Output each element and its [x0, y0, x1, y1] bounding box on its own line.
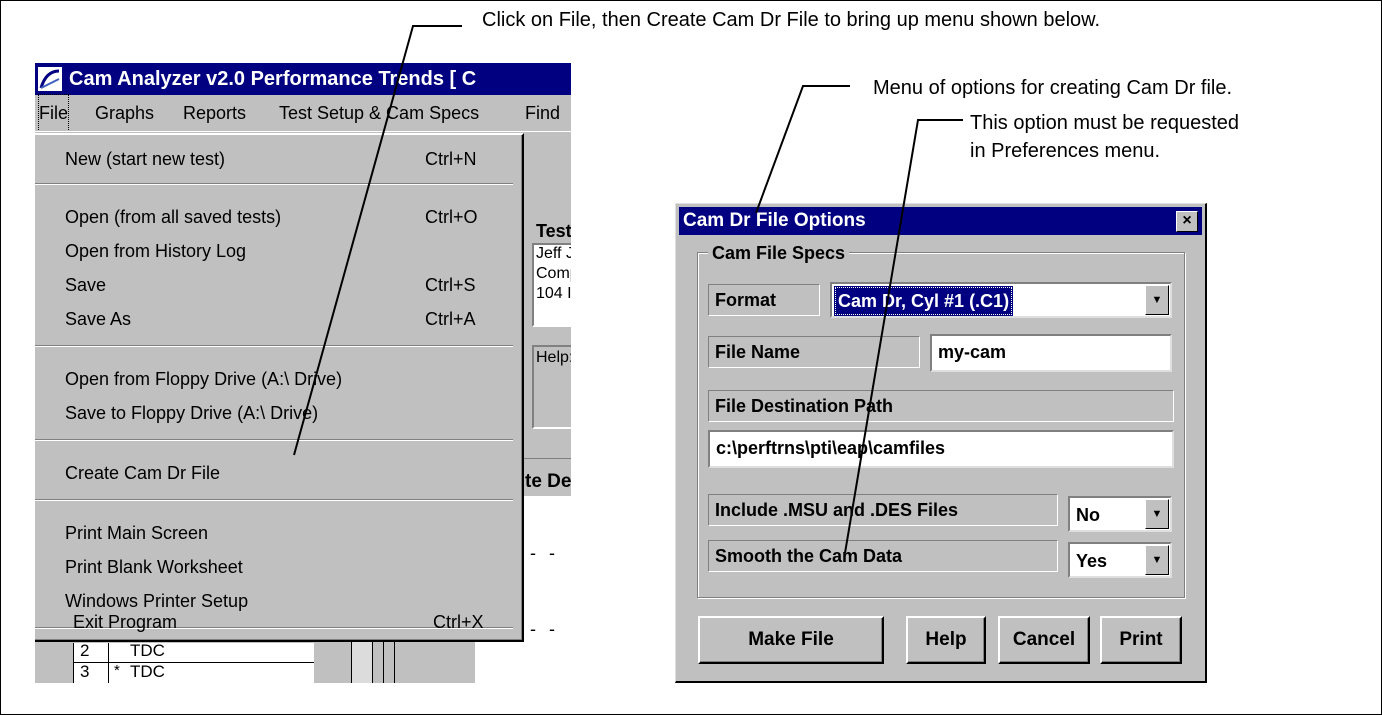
- leader-line-preferences: [844, 119, 963, 554]
- leader-line-file-menu: [293, 25, 462, 456]
- leader-line-dialog: [755, 85, 850, 214]
- callout-leader-lines: [293, 25, 963, 554]
